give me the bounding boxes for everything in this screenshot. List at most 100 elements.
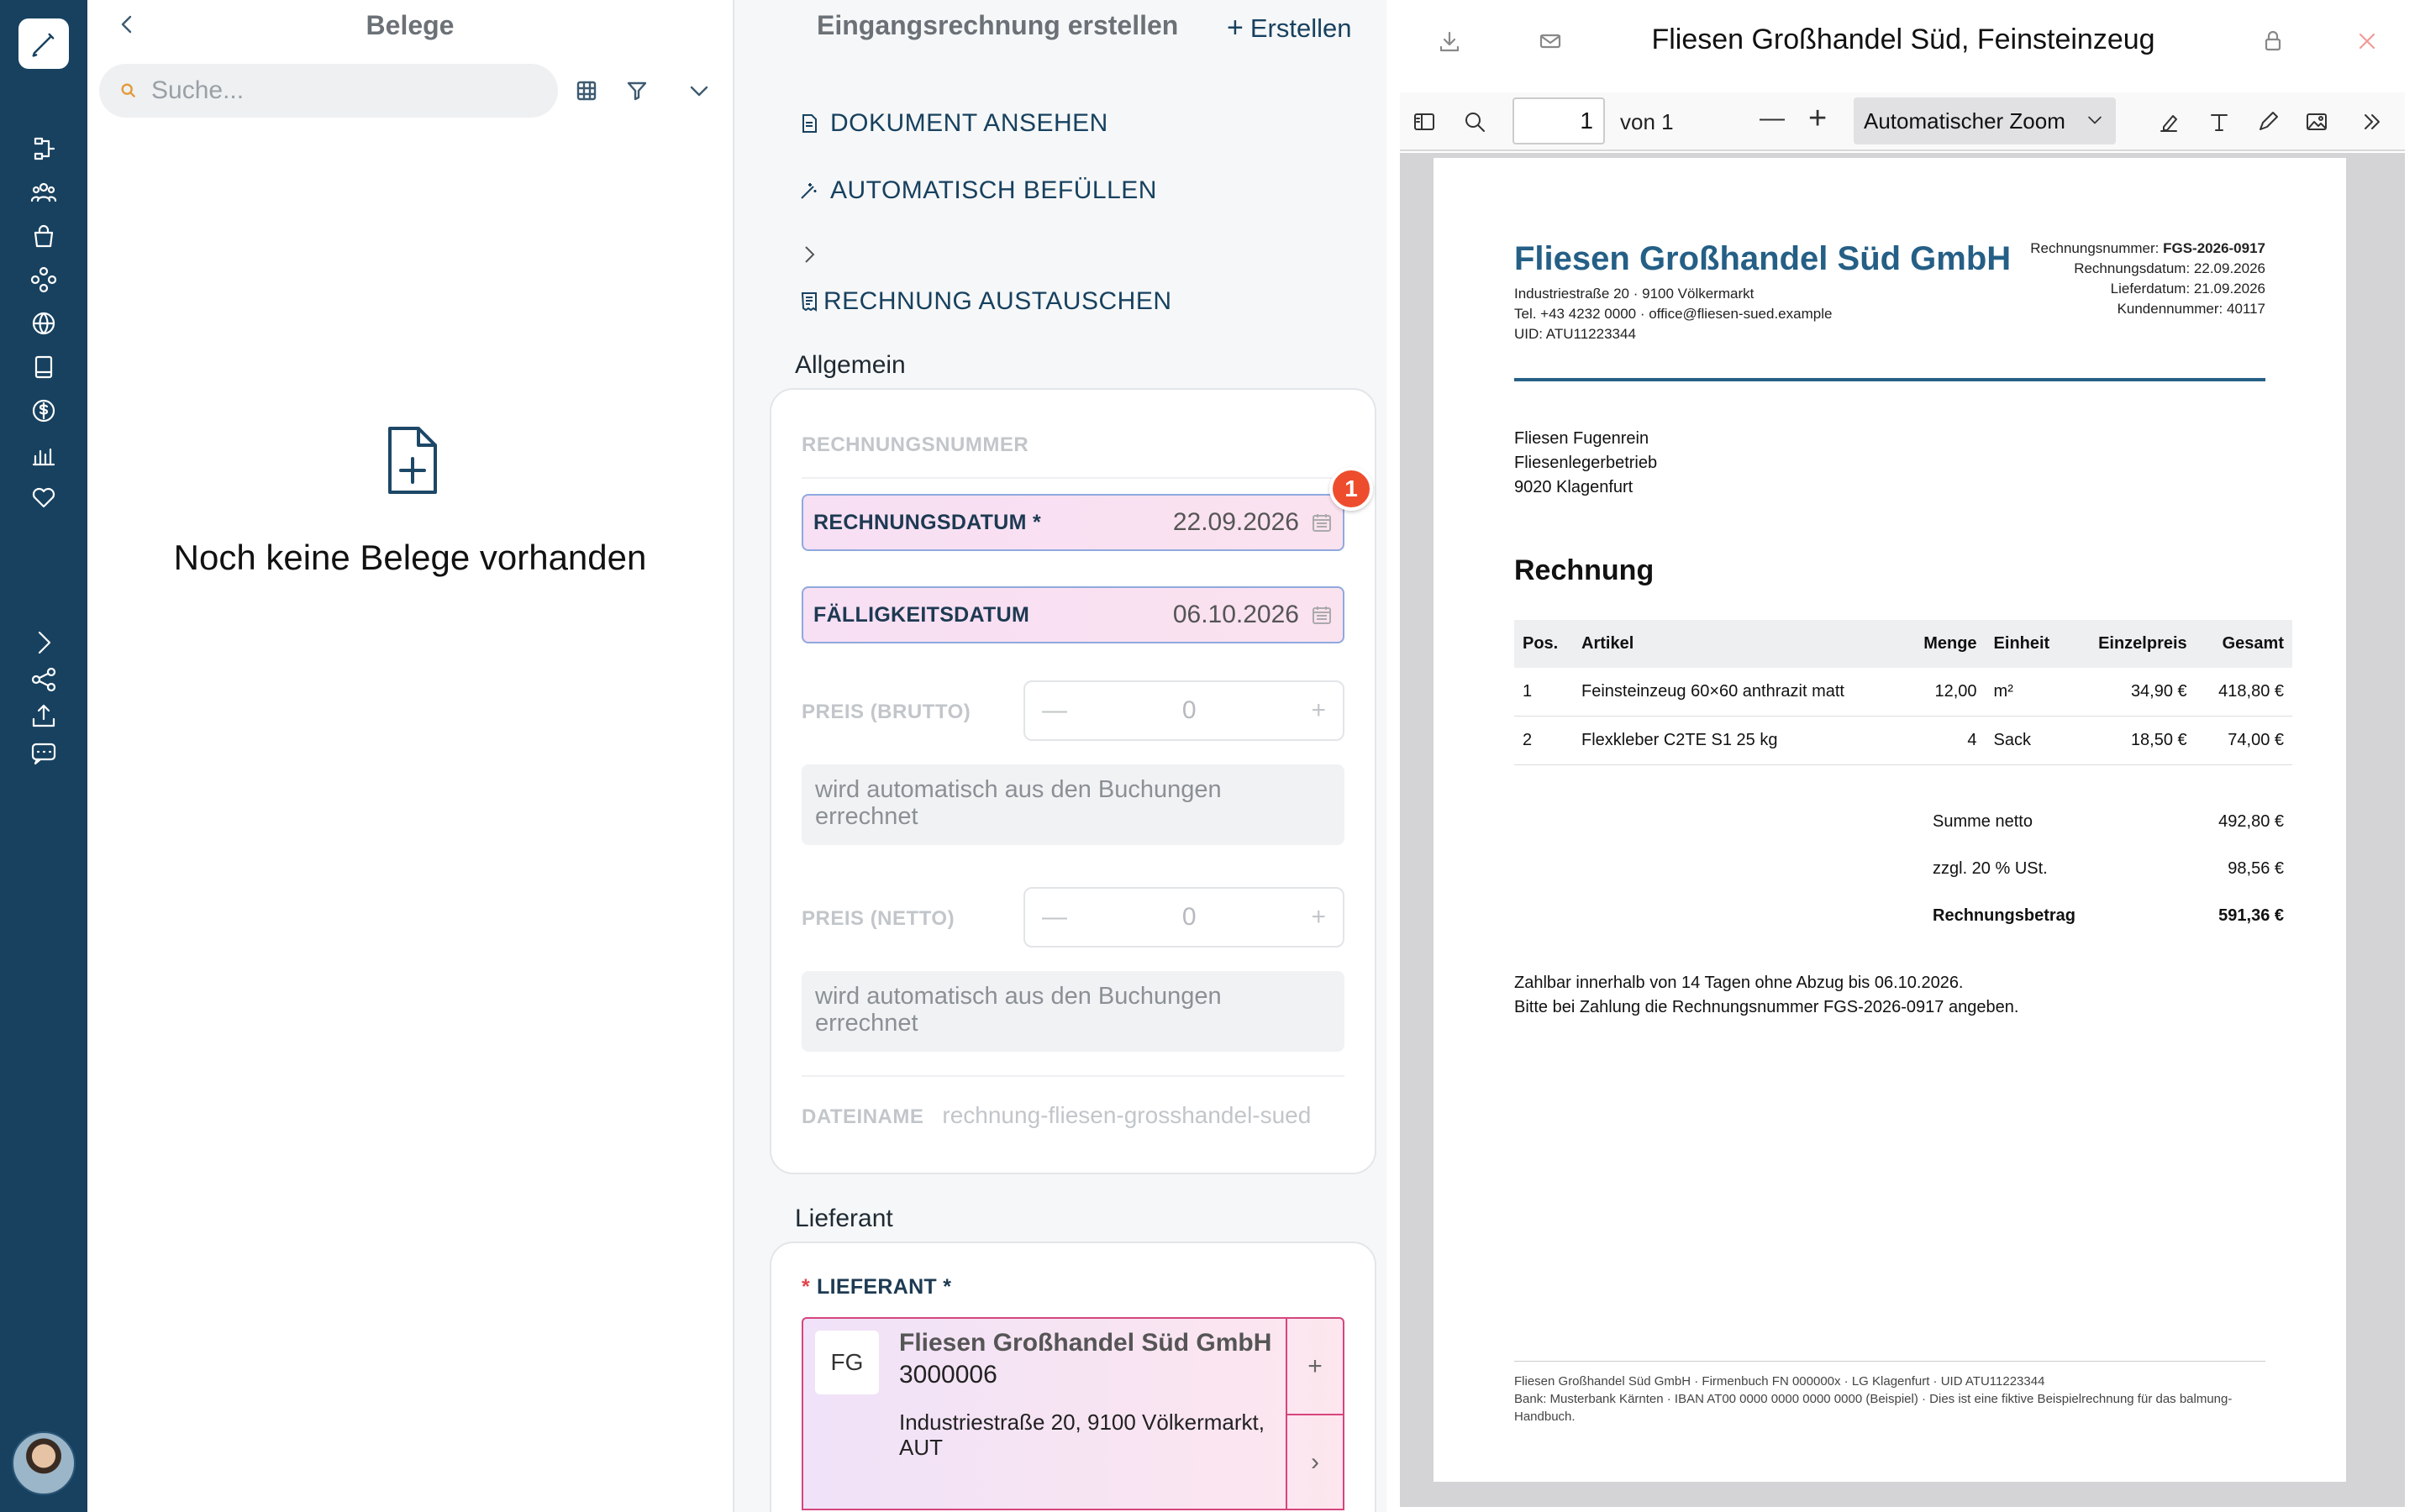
text-icon[interactable] <box>2207 109 2232 139</box>
invoice-totals: Summe netto 492,80 € zzgl. 20 % USt. 98,56… <box>1933 798 2284 939</box>
general-card: RECHNUNGSNUMMER RECHNUNGSDATUM * 22.09.2… <box>770 388 1376 1174</box>
decrement-button[interactable]: — <box>1042 903 1067 932</box>
page-number-input[interactable]: 1 <box>1512 97 1605 144</box>
invoice-heading: Rechnung <box>1514 554 1655 586</box>
lock-icon[interactable] <box>2260 29 2286 58</box>
avatar[interactable] <box>12 1431 76 1495</box>
globe-icon[interactable] <box>23 302 65 344</box>
invoice-number-label: RECHNUNGSNUMMER <box>802 433 1029 456</box>
zoom-select[interactable]: Automatischer Zoom <box>1854 97 2116 144</box>
table-row: 1 Feinsteinzeug 60×60 anthrazit matt 12,00… <box>1514 668 2292 717</box>
page-count: von 1 <box>1620 109 1674 134</box>
due-date-label: FÄLLIGKEITSDATUM <box>813 602 1030 627</box>
increment-button[interactable]: + <box>1311 903 1326 932</box>
net-price-label: PREIS (NETTO) <box>802 907 955 930</box>
invoice-recipient: Fliesen Fugenrein Fliesenlegerbetrieb 90… <box>1514 429 1658 496</box>
empty-state-text: Noch keine Belege vorhanden <box>173 538 647 577</box>
supplier-selection[interactable]: FG Fliesen Großhandel Süd GmbH 3000006 I… <box>802 1317 1344 1510</box>
search-input[interactable] <box>151 76 504 105</box>
replace-invoice-button[interactable]: RECHNUNG AUSTAUSCHEN <box>798 287 1172 316</box>
flow-icon[interactable] <box>23 128 65 170</box>
table-header: Pos. Artikel Menge Einheit Einzelpreis G… <box>1514 620 2292 668</box>
invoice-date-field[interactable]: RECHNUNGSDATUM * 22.09.2026 <box>802 494 1344 551</box>
app-logo[interactable] <box>18 18 69 69</box>
gross-price-stepper[interactable]: — 0 + <box>1023 680 1344 741</box>
dollar-icon[interactable] <box>23 390 65 432</box>
table-view-icon[interactable] <box>571 76 602 106</box>
section-supplier-heading: Lieferant <box>795 1205 893 1232</box>
viewer-header: Fliesen Großhandel Süd, Feinsteinzeug <box>1386 0 2420 84</box>
autofill-label: AUTOMATISCH BEFÜLLEN <box>830 176 1157 204</box>
panel-title: Belege <box>366 10 455 40</box>
invoice-form-panel: Eingangsrechnung erstellen + Erstellen DO… <box>736 0 1385 1512</box>
document-icon <box>802 114 817 133</box>
filename-label: DATEINAME <box>802 1105 924 1128</box>
zoom-in-button[interactable]: + <box>1808 101 1827 137</box>
nav-rail <box>0 0 87 1512</box>
filter-icon[interactable] <box>622 76 652 106</box>
view-document-button[interactable]: DOKUMENT ANSEHEN <box>798 109 1108 138</box>
zoom-value: Automatischer Zoom <box>1864 108 2065 134</box>
calendar-icon[interactable] <box>1311 512 1333 533</box>
chevron-right-icon[interactable] <box>23 622 65 664</box>
belege-panel: Belege Noch keine Belege vorhanden <box>87 0 734 1512</box>
zoom-out-button[interactable]: — <box>1760 104 1785 133</box>
expand-toggle[interactable] <box>798 244 820 265</box>
heart-icon[interactable] <box>23 477 65 519</box>
gross-auto-note: wird automatisch aus den Buchungen errec… <box>802 764 1344 845</box>
upload-icon[interactable] <box>23 695 65 737</box>
create-label: Erstellen <box>1249 13 1352 43</box>
total-row: Rechnungsbetrag 591,36 € <box>1933 906 2284 925</box>
header-rule <box>1514 378 2265 381</box>
create-button[interactable]: + Erstellen <box>1227 12 1351 45</box>
supplier-initials: FG <box>815 1331 879 1394</box>
pdf-page: Fliesen Großhandel Süd GmbH Industriestr… <box>1434 158 2346 1482</box>
sidebar-toggle-icon[interactable] <box>1412 109 1437 139</box>
draw-icon[interactable] <box>2255 109 2281 139</box>
file-plus-icon <box>370 420 450 501</box>
chat-icon[interactable] <box>23 732 65 774</box>
people-icon[interactable] <box>23 171 65 213</box>
section-general-heading: Allgemein <box>795 351 906 379</box>
chevron-down-icon[interactable] <box>684 76 714 106</box>
bag-icon[interactable] <box>23 215 65 257</box>
filename-value: rechnung-fliesen-grosshandel-sued <box>942 1102 1312 1128</box>
book-icon[interactable] <box>23 346 65 388</box>
invoice-meta: Rechnungsnummer: FGS-2026-0917 Rechnungs… <box>2030 240 2265 317</box>
decrement-button[interactable]: — <box>1042 696 1067 725</box>
invoice-items-table: Pos. Artikel Menge Einheit Einzelpreis G… <box>1514 620 2292 765</box>
more-tools-icon[interactable] <box>2360 109 2385 139</box>
filename-field: DATEINAME rechnung-fliesen-grosshandel-su… <box>802 1102 1344 1129</box>
due-date-value: 06.10.2026 <box>1172 601 1299 628</box>
divider <box>802 477 1344 479</box>
increment-button[interactable]: + <box>1311 696 1326 725</box>
open-supplier-button[interactable]: › <box>1287 1414 1343 1509</box>
image-icon[interactable] <box>2304 109 2329 139</box>
search-icon[interactable] <box>1462 109 1487 139</box>
receipt-icon <box>801 292 817 312</box>
gross-price-value: 0 <box>1181 696 1197 724</box>
gross-price-label: PREIS (BRUTTO) <box>802 701 971 723</box>
invoice-company-info: Industriestraße 20 · 9100 Völkermarkt Te… <box>1514 286 1833 342</box>
autofill-button[interactable]: AUTOMATISCH BEFÜLLEN <box>798 176 1157 205</box>
net-price-stepper[interactable]: — 0 + <box>1023 887 1344 948</box>
required-mark: * <box>802 1275 811 1299</box>
plus-icon: + <box>1227 12 1244 44</box>
close-icon[interactable] <box>2354 29 2380 58</box>
search-box[interactable] <box>99 64 558 118</box>
add-supplier-button[interactable]: + <box>1287 1319 1343 1414</box>
divider <box>802 1075 1344 1077</box>
bar-chart-icon[interactable] <box>23 433 65 475</box>
supplier-card: * LIEFERANT * FG Fliesen Großhandel Süd G… <box>770 1242 1376 1512</box>
magic-wand-icon <box>801 183 817 199</box>
footer-rule <box>1514 1361 2265 1362</box>
net-price-value: 0 <box>1181 903 1197 931</box>
nodes-icon[interactable] <box>23 259 65 301</box>
highlight-icon[interactable] <box>2156 109 2181 139</box>
due-date-field[interactable]: FÄLLIGKEITSDATUM 06.10.2026 <box>802 586 1344 643</box>
calendar-icon[interactable] <box>1311 604 1333 626</box>
supplier-actions: + › <box>1286 1319 1343 1509</box>
invoice-date-value: 22.09.2026 <box>1172 508 1299 536</box>
pdf-canvas: Fliesen Großhandel Süd GmbH Industriestr… <box>1400 153 2405 1507</box>
chevron-right-icon <box>805 246 815 263</box>
